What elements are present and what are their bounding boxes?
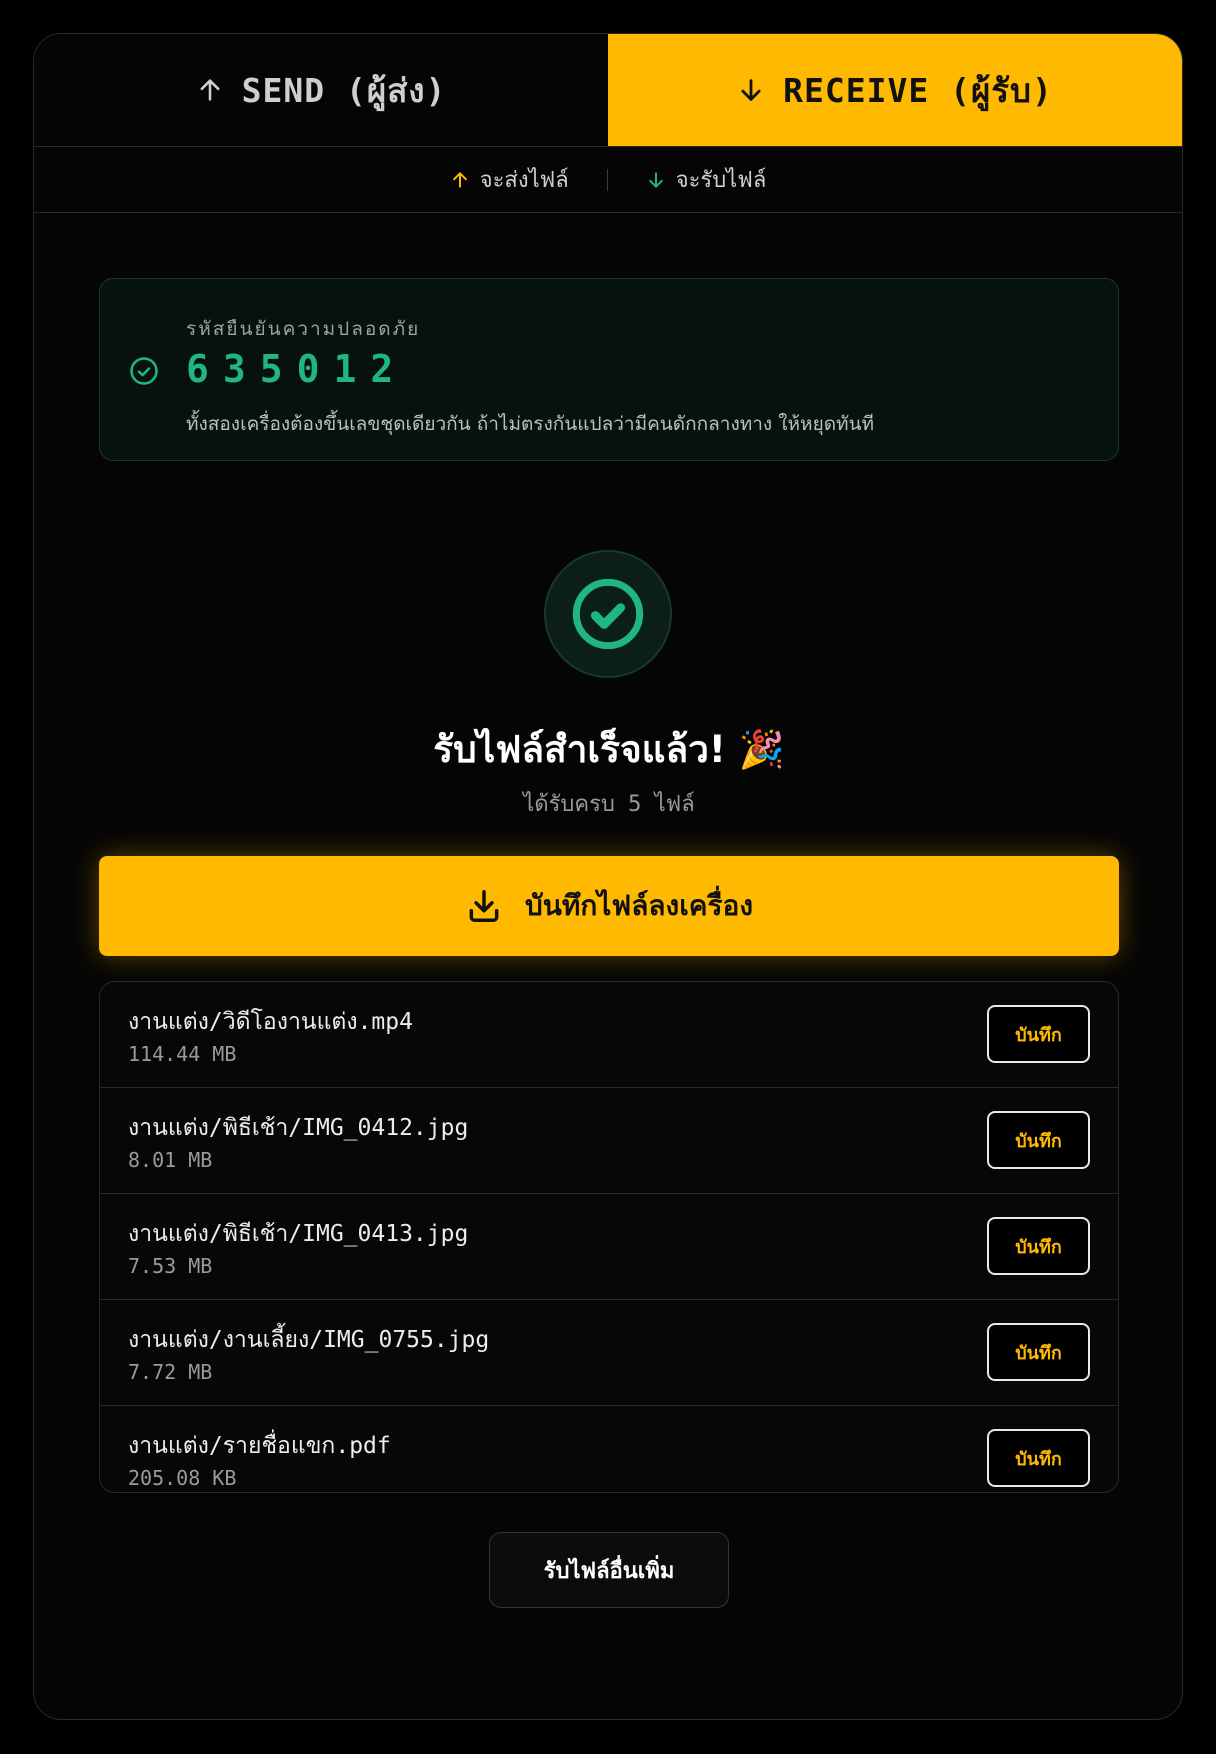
check-circle-icon (572, 578, 644, 650)
legend-receive-label: จะรับไฟล์ (675, 168, 767, 193)
list-item: งานแต่ง/พิธีเช้า/IMG_0412.jpg 8.01 MB บั… (100, 1088, 1118, 1194)
legend-send: จะส่งไฟล์ (450, 162, 569, 197)
save-file-button[interactable]: บันทึก (987, 1217, 1090, 1275)
save-all-label: บันทึกไฟล์ลงเครื่อง (524, 889, 754, 922)
verification-code: 635012 (186, 347, 408, 391)
file-list: งานแต่ง/วิดีโองานแต่ง.mp4 114.44 MB บันท… (99, 981, 1119, 1493)
direction-legend: จะส่งไฟล์ จะรับไฟล์ (34, 147, 1182, 213)
arrow-up-icon (452, 171, 467, 188)
arrow-down-icon (648, 171, 663, 188)
file-name: งานแต่ง/พิธีเช้า/IMG_0413.jpg (128, 1221, 469, 1247)
list-item: งานแต่ง/รายชื่อแขก.pdf 205.08 KB บันทึก (100, 1406, 1118, 1492)
arrow-down-icon (741, 79, 761, 101)
list-item: งานแต่ง/วิดีโองานแต่ง.mp4 114.44 MB บันท… (100, 982, 1118, 1088)
status-subtitle: ได้รับครบ 5 ไฟล์ (523, 792, 695, 817)
list-item: งานแต่ง/งานเลี้ยง/IMG_0755.jpg 7.72 MB บ… (100, 1300, 1118, 1406)
mode-tabs: SEND (ผู้ส่ง) RECEIVE (ผู้รับ) (34, 34, 1182, 147)
file-size: 205.08 KB (128, 1466, 237, 1490)
file-name: งานแต่ง/วิดีโองานแต่ง.mp4 (128, 1009, 413, 1035)
divider (606, 168, 608, 191)
file-size: 114.44 MB (128, 1042, 237, 1066)
status-title: รับไฟล์สำเร็จแล้ว! 🎉 (433, 728, 785, 771)
tab-send[interactable]: SEND (ผู้ส่ง) (34, 34, 608, 146)
file-size: 8.01 MB (128, 1148, 213, 1172)
file-name: งานแต่ง/งานเลี้ยง/IMG_0755.jpg (128, 1327, 490, 1353)
save-all-button[interactable]: บันทึกไฟล์ลงเครื่อง (99, 856, 1119, 956)
verification-panel: รหัสยืนยันความปลอดภัย 635012 ทั้งสองเครื… (99, 278, 1119, 461)
save-file-button[interactable]: บันทึก (987, 1323, 1090, 1381)
file-name: งานแต่ง/รายชื่อแขก.pdf (128, 1433, 391, 1459)
save-file-button[interactable]: บันทึก (987, 1005, 1090, 1063)
legend-send-label: จะส่งไฟล์ (479, 168, 569, 193)
file-size: 7.72 MB (128, 1360, 213, 1384)
arrow-up-icon (200, 79, 220, 101)
download-icon (469, 890, 499, 922)
receive-more-button[interactable]: รับไฟล์อื่นเพิ่ม (489, 1532, 729, 1608)
file-size: 7.53 MB (128, 1254, 213, 1278)
legend-receive: จะรับไฟล์ (646, 162, 767, 197)
save-file-button[interactable]: บันทึก (987, 1111, 1090, 1169)
file-name: งานแต่ง/พิธีเช้า/IMG_0412.jpg (128, 1115, 469, 1141)
verification-hint: ทั้งสองเครื่องต้องขึ้นเลขชุดเดียวกัน ถ้า… (186, 413, 875, 435)
success-icon-badge (544, 550, 672, 678)
tab-receive[interactable]: RECEIVE (ผู้รับ) (608, 34, 1182, 146)
check-circle-icon (130, 357, 158, 385)
verification-label: รหัสยืนยันความปลอดภัย (186, 318, 421, 340)
list-item: งานแต่ง/พิธีเช้า/IMG_0413.jpg 7.53 MB บั… (100, 1194, 1118, 1300)
tab-send-label: SEND (ผู้ส่ง) (241, 70, 447, 110)
save-file-button[interactable]: บันทึก (987, 1429, 1090, 1487)
tab-receive-label: RECEIVE (ผู้รับ) (783, 70, 1053, 110)
transfer-card: SEND (ผู้ส่ง) RECEIVE (ผู้รับ) จะส่งไฟล์… (33, 33, 1183, 1720)
